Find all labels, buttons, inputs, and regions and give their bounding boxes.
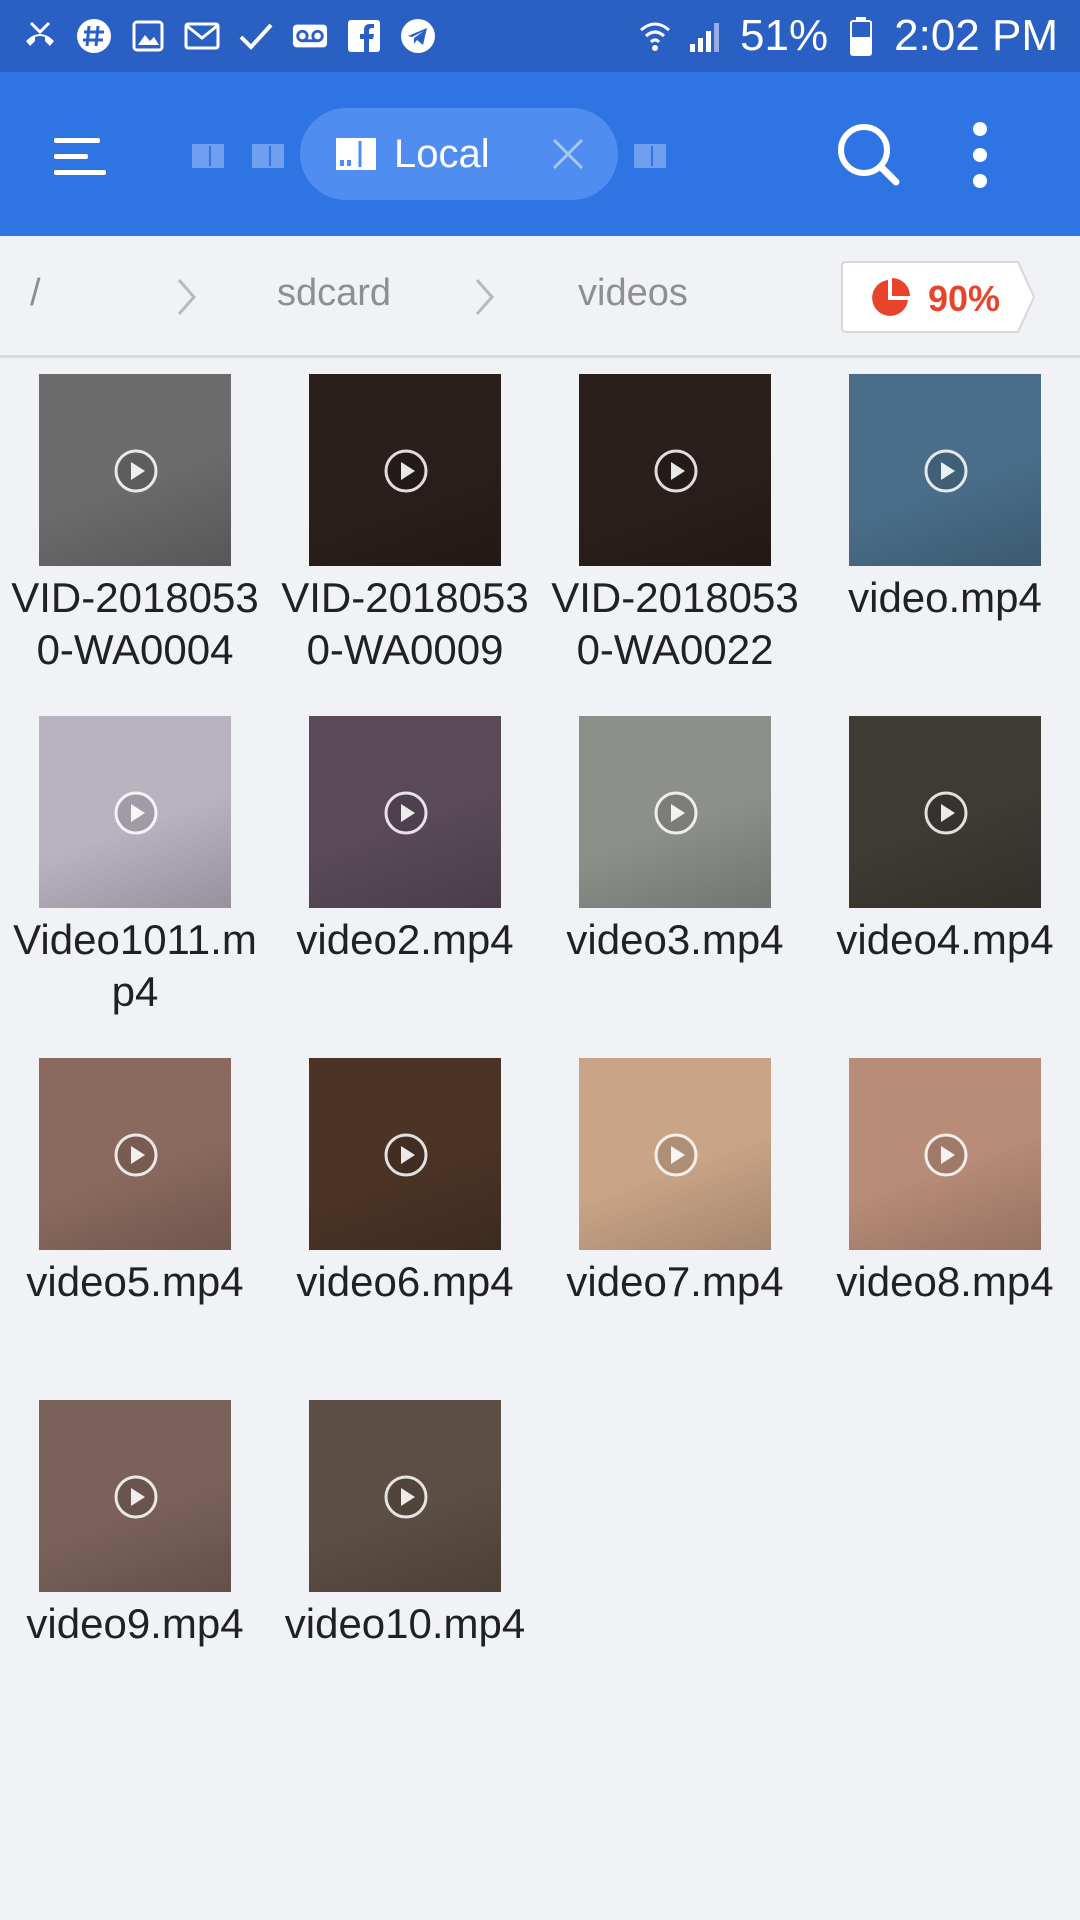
video-thumbnail <box>309 716 501 908</box>
file-name: video8.mp4 <box>836 1258 1054 1305</box>
play-icon <box>924 449 968 493</box>
facebook-icon <box>346 18 382 54</box>
file-item[interactable]: video3.mp4 <box>540 700 810 1042</box>
file-name: video9.mp4 <box>26 1600 244 1647</box>
play-icon <box>654 449 698 493</box>
play-icon <box>654 791 698 835</box>
file-item[interactable]: video4.mp4 <box>810 700 1080 1042</box>
battery-icon <box>842 17 880 56</box>
more-icon-dot <box>973 148 987 162</box>
video-thumbnail <box>849 374 1041 566</box>
file-name: video4.mp4 <box>836 916 1054 963</box>
video-thumbnail <box>309 1058 501 1250</box>
breadcrumb-sdcard[interactable]: sdcard <box>277 272 391 315</box>
tab-storage-icon[interactable] <box>632 140 668 170</box>
breadcrumb-root[interactable]: / <box>30 272 41 315</box>
file-item[interactable]: video6.mp4 <box>270 1042 540 1384</box>
menu-icon-line <box>54 170 106 175</box>
play-icon <box>114 449 158 493</box>
tab-storage-icon[interactable] <box>250 140 286 170</box>
storage-usage-badge[interactable]: 90% <box>840 260 1036 334</box>
video-thumbnail <box>579 374 771 566</box>
play-icon <box>384 1475 428 1519</box>
video-thumbnail <box>309 374 501 566</box>
file-name: video7.mp4 <box>566 1258 784 1305</box>
video-thumbnail <box>39 716 231 908</box>
video-thumbnail <box>39 1400 231 1592</box>
battery-percent: 51% <box>740 11 829 60</box>
file-item[interactable]: video.mp4 <box>810 358 1080 700</box>
file-item[interactable]: video10.mp4 <box>270 1384 540 1726</box>
voicemail-icon <box>292 18 328 54</box>
play-icon <box>384 449 428 493</box>
status-bar: 51% 2:02 PM <box>0 0 1080 72</box>
search-icon[interactable] <box>834 120 904 190</box>
file-item[interactable]: VID-20180530-WA0009 <box>270 358 540 700</box>
video-thumbnail <box>849 716 1041 908</box>
play-icon <box>114 791 158 835</box>
menu-icon-line <box>54 154 88 159</box>
file-name: video.mp4 <box>848 574 1042 621</box>
path-bar: / sdcard videos 90% <box>0 236 1080 358</box>
breadcrumb-videos[interactable]: videos <box>578 272 688 315</box>
file-name: video6.mp4 <box>296 1258 514 1305</box>
file-name: video10.mp4 <box>284 1600 526 1647</box>
file-item[interactable]: video5.mp4 <box>0 1042 270 1384</box>
more-icon <box>973 122 987 136</box>
check-icon <box>238 18 274 54</box>
file-name: VID-20180530-WA0009 <box>281 574 529 673</box>
chevron-right-icon <box>177 279 197 315</box>
file-name: video2.mp4 <box>296 916 514 963</box>
clock: 2:02 PM <box>894 11 1058 60</box>
file-item[interactable]: video8.mp4 <box>810 1042 1080 1384</box>
app-bar: Local <box>0 72 1080 236</box>
file-item[interactable]: Video1011.mp4 <box>0 700 270 1042</box>
file-item[interactable]: VID-20180530-WA0004 <box>0 358 270 700</box>
play-icon <box>114 1475 158 1519</box>
notification-icons <box>22 18 436 54</box>
tab-label: Local <box>394 131 490 176</box>
file-item[interactable]: video2.mp4 <box>270 700 540 1042</box>
file-item[interactable]: video9.mp4 <box>0 1384 270 1726</box>
play-icon <box>654 1133 698 1177</box>
tab-local[interactable]: Local <box>300 108 618 200</box>
video-thumbnail <box>849 1058 1041 1250</box>
tab-storage-icon[interactable] <box>190 140 226 170</box>
storage-percent: 90% <box>928 278 1001 319</box>
more-options-button[interactable] <box>960 118 1000 192</box>
file-item[interactable]: video7.mp4 <box>540 1042 810 1384</box>
play-icon <box>384 791 428 835</box>
more-icon-dot <box>973 174 987 188</box>
menu-icon <box>54 138 100 143</box>
signal-icon <box>688 17 726 55</box>
storage-card-icon <box>336 138 376 170</box>
file-name: VID-20180530-WA0022 <box>551 574 799 673</box>
file-name: VID-20180530-WA0004 <box>11 574 259 673</box>
play-icon <box>924 791 968 835</box>
video-thumbnail <box>579 1058 771 1250</box>
file-name: video5.mp4 <box>26 1258 244 1305</box>
pie-chart-icon <box>872 278 910 316</box>
play-icon <box>114 1133 158 1177</box>
file-item[interactable]: VID-20180530-WA0022 <box>540 358 810 700</box>
video-thumbnail <box>39 374 231 566</box>
video-thumbnail <box>309 1400 501 1592</box>
play-icon <box>924 1133 968 1177</box>
close-tab-icon[interactable] <box>550 136 586 172</box>
chevron-right-icon <box>475 279 495 315</box>
wifi-icon <box>636 17 674 55</box>
file-name: video3.mp4 <box>566 916 784 963</box>
play-icon <box>384 1133 428 1177</box>
video-thumbnail <box>579 716 771 908</box>
file-name: Video1011.mp4 <box>13 916 257 1015</box>
gmail-icon <box>184 18 220 54</box>
system-status: 51% 2:02 PM <box>636 11 1058 61</box>
video-thumbnail <box>39 1058 231 1250</box>
hashtag-icon <box>76 18 112 54</box>
menu-button[interactable] <box>44 124 116 188</box>
missed-call-icon <box>22 18 58 54</box>
telegram-icon <box>400 18 436 54</box>
gallery-icon <box>130 18 166 54</box>
